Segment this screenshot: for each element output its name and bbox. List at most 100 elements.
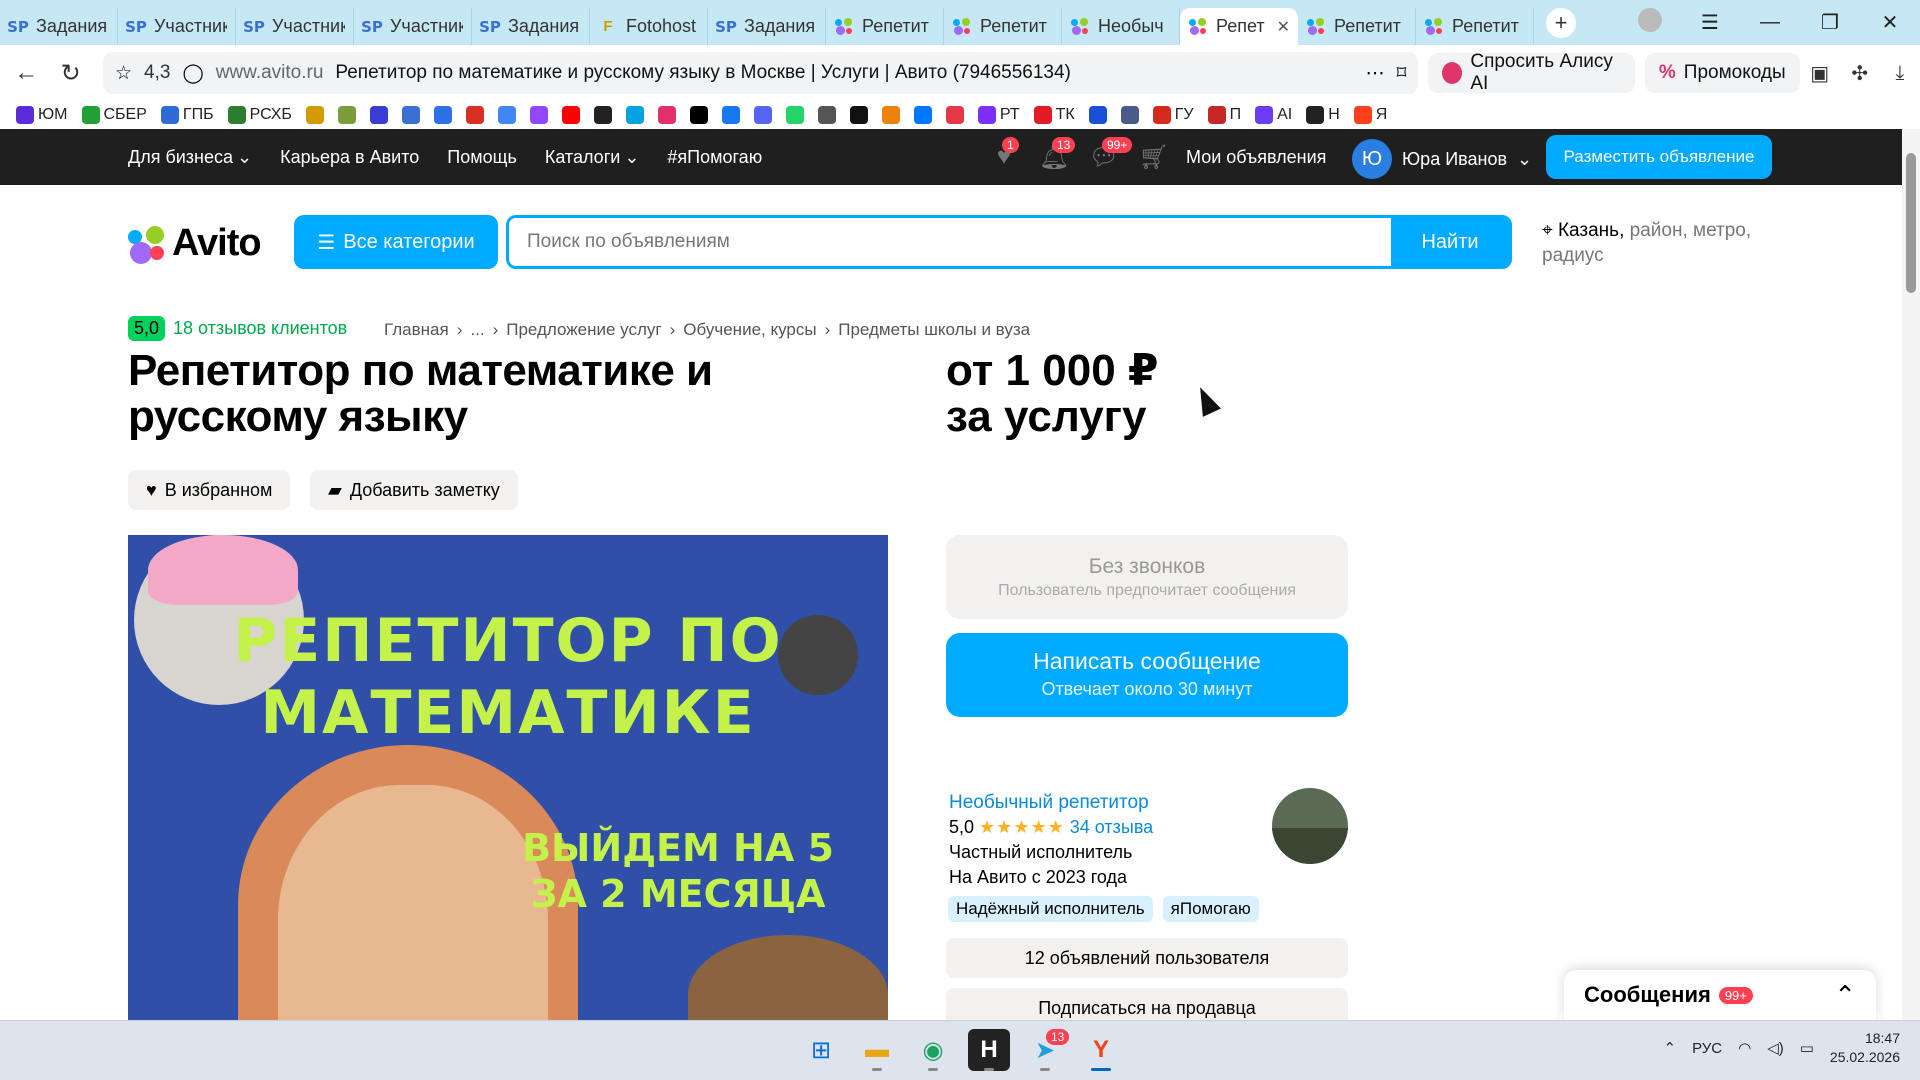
bookmark-item[interactable] (785, 106, 804, 124)
bookmark-item[interactable] (657, 106, 676, 124)
bookmark-item[interactable]: Н (1306, 106, 1340, 124)
tray-chevron-up-icon[interactable]: ⌃ (1663, 1039, 1676, 1057)
browser-tab[interactable]: F Fotohost (590, 8, 708, 45)
browser-tab[interactable]: Репетит (1298, 8, 1416, 45)
bookmark-item[interactable] (721, 106, 740, 124)
avito-logo[interactable]: Avito (128, 222, 262, 265)
bookmark-item[interactable]: Я (1353, 106, 1387, 124)
bookmark-item[interactable] (401, 106, 420, 124)
chrome-icon[interactable]: ◉ (912, 1029, 954, 1071)
browser-menu-button[interactable]: ☰ (1680, 10, 1740, 35)
extensions-icon[interactable]: ✣ (1840, 61, 1880, 86)
profile-button[interactable] (1620, 7, 1680, 38)
bookmark-item[interactable]: РТ (977, 106, 1020, 124)
header-link[interactable]: Помощь (447, 147, 517, 168)
reviews-link[interactable]: 18 отзывов клиентов (173, 318, 347, 339)
star-icon[interactable]: ☆ (115, 62, 132, 85)
browser-tab[interactable]: SP Участник (118, 8, 236, 45)
bookmark-icon[interactable]: ⌑ (1397, 62, 1407, 85)
favorites-heart-icon[interactable]: ♥ 1 (990, 137, 1019, 171)
browser-tab[interactable]: SP Участник (354, 8, 472, 45)
scrollbar-thumb[interactable] (1906, 153, 1916, 293)
add-note-button[interactable]: ▰ Добавить заметку (310, 470, 518, 510)
find-button[interactable]: Найти (1391, 218, 1509, 266)
header-link[interactable]: Карьера в Авито (280, 147, 419, 168)
yandex-browser-icon[interactable]: Y (1080, 1029, 1122, 1071)
start-icon[interactable]: ⊞ (800, 1029, 842, 1071)
bookmark-item[interactable] (1088, 106, 1107, 124)
browser-tab[interactable]: Репет ✕ (1180, 8, 1298, 45)
bookmark-item[interactable]: ЮМ (16, 106, 68, 124)
header-link[interactable]: #яПомогаю (667, 147, 762, 168)
shield-icon[interactable]: ◯ (182, 62, 203, 85)
bookmark-item[interactable] (305, 106, 324, 124)
new-tab-button[interactable]: + (1546, 7, 1576, 38)
all-categories-button[interactable]: ☰ Все категории (294, 215, 498, 269)
clock[interactable]: 18:47 25.02.2026 (1830, 1029, 1900, 1067)
messages-panel[interactable]: Сообщения 99+ ⌃ (1564, 970, 1876, 1020)
seller-avatar[interactable] (1272, 788, 1348, 864)
browser-tab[interactable]: SP Задания (472, 8, 590, 45)
bookmark-item[interactable] (561, 106, 580, 124)
file-explorer-icon[interactable]: ▬ (856, 1029, 898, 1071)
language-indicator[interactable]: РУС (1692, 1040, 1722, 1057)
close-window-button[interactable]: ✕ (1860, 10, 1920, 35)
download-icon[interactable]: ⤓ (1880, 62, 1920, 85)
bookmark-item[interactable] (849, 106, 868, 124)
browser-tab[interactable]: Репетит (1416, 8, 1534, 45)
bookmark-item[interactable] (881, 106, 900, 124)
header-link[interactable]: Для бизнеса ⌄ (128, 147, 252, 168)
seller-reviews-link[interactable]: 34 отзыва (1070, 817, 1153, 837)
browser-tab[interactable]: Репетит (826, 8, 944, 45)
battery-icon[interactable]: ▭ (1800, 1039, 1814, 1057)
bookmark-item[interactable]: РСХБ (227, 106, 292, 124)
user-menu[interactable]: Ю Юра Иванов ⌄ (1352, 139, 1532, 179)
notifications-bell-icon[interactable]: 🔔︎ 13 (1039, 137, 1076, 171)
chevron-up-icon[interactable]: ⌃ (1834, 980, 1856, 1011)
seller-name-link[interactable]: Необычный репетитор (949, 790, 1153, 815)
listing-photo[interactable]: РЕПЕТИТОР ПО МАТЕМАТИКЕ ВЫЙДЕМ НА 5 ЗА 2… (128, 535, 888, 1020)
wifi-icon[interactable]: ◠ (1738, 1039, 1751, 1057)
reload-button[interactable]: ↻ (52, 59, 88, 88)
bookmark-item[interactable]: ГПБ (160, 106, 214, 124)
bookmark-item[interactable] (529, 106, 548, 124)
ask-alice-button[interactable]: Спросить Алису AI (1428, 51, 1635, 94)
favorite-button[interactable]: ♥ В избранном (128, 470, 291, 510)
write-message-button[interactable]: Написать сообщение Отвечает около 30 мин… (946, 633, 1348, 717)
minimize-button[interactable]: — (1740, 11, 1800, 34)
url-box[interactable]: ☆ 4,3 ◯ www.avito.ru Репетитор по матема… (102, 52, 1419, 94)
bookmark-item[interactable] (465, 106, 484, 124)
browser-tab[interactable]: Репетит (944, 8, 1062, 45)
breadcrumb-item[interactable]: Главная (384, 320, 449, 340)
more-dots-icon[interactable]: ⋯ (1366, 62, 1385, 85)
my-ads-link[interactable]: Мои объявления (1186, 147, 1326, 168)
close-tab-icon[interactable]: ✕ (1277, 17, 1290, 37)
bookmark-item[interactable] (753, 106, 772, 124)
bookmark-item[interactable]: СБЕР (81, 106, 147, 124)
bookmark-item[interactable] (497, 106, 516, 124)
bookmark-item[interactable] (369, 106, 388, 124)
location-selector[interactable]: ⌖ Казань, район, метро, радиус (1542, 218, 1782, 268)
telegram-icon[interactable]: ➤ 13 (1024, 1029, 1070, 1071)
bookmark-item[interactable] (625, 106, 644, 124)
bookmark-item[interactable] (1120, 106, 1139, 124)
breadcrumb-item[interactable]: Обучение, курсы (683, 320, 816, 340)
messages-chat-icon[interactable]: 💬︎ 99+ (1089, 137, 1133, 171)
bookmark-item[interactable] (817, 106, 836, 124)
bookmark-item[interactable]: ТК (1033, 106, 1075, 124)
bookmark-item[interactable] (913, 106, 932, 124)
bookmark-item[interactable]: П (1207, 106, 1241, 124)
browser-tab[interactable]: SP Участник (236, 8, 354, 45)
gallery-icon[interactable]: ▣ (1800, 61, 1840, 86)
browser-tab[interactable]: SP Задания (708, 8, 826, 45)
browser-tab[interactable]: Необыч (1062, 8, 1180, 45)
maximize-button[interactable]: ❐ (1800, 10, 1860, 35)
cart-icon[interactable]: 🛒︎ (1139, 143, 1169, 171)
volume-icon[interactable]: ◁) (1767, 1039, 1784, 1057)
seller-tag[interactable]: яПомогаю (1162, 896, 1259, 922)
post-ad-button[interactable]: Разместить объявление (1546, 135, 1772, 179)
listing-rating[interactable]: 5,0 18 отзывов клиентов (128, 316, 347, 341)
h-app-icon[interactable]: H (968, 1029, 1010, 1071)
page-scrollbar[interactable] (1902, 129, 1920, 1020)
bookmark-item[interactable]: AI (1255, 106, 1292, 124)
